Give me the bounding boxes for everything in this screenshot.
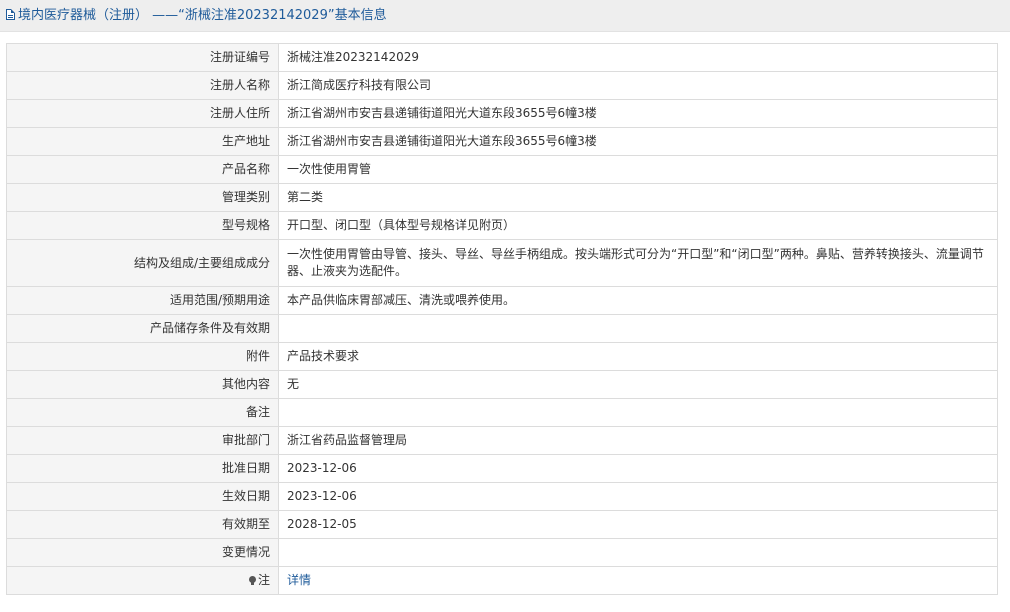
field-value: 第二类 xyxy=(278,183,998,212)
document-icon xyxy=(6,9,15,20)
table-row: 结构及组成/主要组成成分 一次性使用胃管由导管、接头、导丝、导丝手柄组成。按头端… xyxy=(6,239,998,287)
field-value: 浙江省湖州市安吉县递铺街道阳光大道东段3655号6幢3楼 xyxy=(278,127,998,156)
field-label: 变更情况 xyxy=(6,538,279,567)
field-label: 备注 xyxy=(6,398,279,427)
field-value: 浙江简成医疗科技有限公司 xyxy=(278,71,998,100)
table-row: 附件 产品技术要求 xyxy=(6,342,998,371)
table-row: 批准日期 2023-12-06 xyxy=(6,454,998,483)
lightbulb-icon xyxy=(248,576,256,585)
details-link[interactable]: 详情 xyxy=(287,573,311,587)
field-label: 生效日期 xyxy=(6,482,279,511)
field-value: 产品技术要求 xyxy=(278,342,998,371)
field-value: 浙江省湖州市安吉县递铺街道阳光大道东段3655号6幢3楼 xyxy=(278,99,998,128)
field-label: 注册人名称 xyxy=(6,71,279,100)
field-label: 审批部门 xyxy=(6,426,279,455)
field-value: 2023-12-06 xyxy=(278,482,998,511)
table-row: 生产地址 浙江省湖州市安吉县递铺街道阳光大道东段3655号6幢3楼 xyxy=(6,127,998,156)
field-label: 适用范围/预期用途 xyxy=(6,286,279,315)
field-label: 结构及组成/主要组成成分 xyxy=(6,239,279,287)
table-row: 其他内容 无 xyxy=(6,370,998,399)
table-row: 管理类别 第二类 xyxy=(6,183,998,212)
field-label: 注册证编号 xyxy=(6,43,279,72)
field-label: 管理类别 xyxy=(6,183,279,212)
field-value xyxy=(278,538,998,567)
field-value: 开口型、闭口型（具体型号规格详见附页） xyxy=(278,211,998,240)
field-label: 注册人住所 xyxy=(6,99,279,128)
field-value: 无 xyxy=(278,370,998,399)
field-value xyxy=(278,314,998,343)
field-label: 其他内容 xyxy=(6,370,279,399)
field-label: 产品储存条件及有效期 xyxy=(6,314,279,343)
table-row: 生效日期 2023-12-06 xyxy=(6,482,998,511)
note-label: 注 xyxy=(257,573,270,587)
table-row: 审批部门 浙江省药品监督管理局 xyxy=(6,426,998,455)
page-title: 境内医疗器械（注册） ——“浙械注准20232142029”基本信息 xyxy=(18,8,387,23)
field-value: 2028-12-05 xyxy=(278,510,998,539)
note-value-cell: 详情 xyxy=(278,566,998,595)
table-row-note: 注 详情 xyxy=(6,566,998,595)
field-label: 附件 xyxy=(6,342,279,371)
field-value: 浙江省药品监督管理局 xyxy=(278,426,998,455)
table-row: 注册人名称 浙江简成医疗科技有限公司 xyxy=(6,71,998,100)
table-row: 注册证编号 浙械注准20232142029 xyxy=(6,43,998,72)
field-label: 有效期至 xyxy=(6,510,279,539)
field-value: 一次性使用胃管 xyxy=(278,155,998,184)
field-label: 产品名称 xyxy=(6,155,279,184)
table-row: 型号规格 开口型、闭口型（具体型号规格详见附页） xyxy=(6,211,998,240)
page-header: 境内医疗器械（注册） ——“浙械注准20232142029”基本信息 xyxy=(0,0,1010,32)
field-value: 浙械注准20232142029 xyxy=(278,43,998,72)
table-row: 注册人住所 浙江省湖州市安吉县递铺街道阳光大道东段3655号6幢3楼 xyxy=(6,99,998,128)
table-row: 变更情况 xyxy=(6,538,998,567)
note-label-cell: 注 xyxy=(6,566,279,595)
field-value: 本产品供临床胃部减压、清洗或喂养使用。 xyxy=(278,286,998,315)
table-row: 有效期至 2028-12-05 xyxy=(6,510,998,539)
table-row: 产品名称 一次性使用胃管 xyxy=(6,155,998,184)
field-value: 一次性使用胃管由导管、接头、导丝、导丝手柄组成。按头端形式可分为“开口型”和“闭… xyxy=(278,239,998,287)
table-row: 产品储存条件及有效期 xyxy=(6,314,998,343)
table-row: 备注 xyxy=(6,398,998,427)
field-label: 批准日期 xyxy=(6,454,279,483)
field-value: 2023-12-06 xyxy=(278,454,998,483)
table-row: 适用范围/预期用途 本产品供临床胃部减压、清洗或喂养使用。 xyxy=(6,286,998,315)
field-value xyxy=(278,398,998,427)
field-label: 生产地址 xyxy=(6,127,279,156)
registration-info-table: 注册证编号 浙械注准20232142029 注册人名称 浙江简成医疗科技有限公司… xyxy=(6,43,998,595)
field-label: 型号规格 xyxy=(6,211,279,240)
